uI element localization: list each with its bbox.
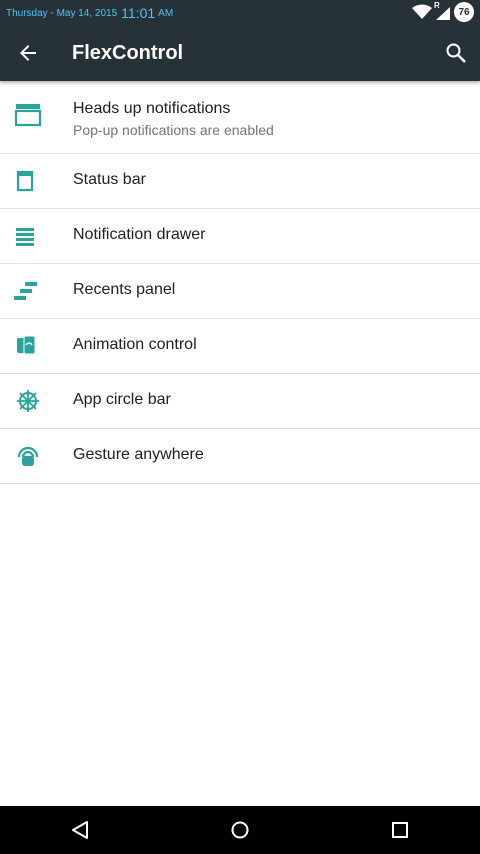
menu-item-sublabel: Pop-up notifications are enabled (73, 122, 274, 138)
menu-item-label: Notification drawer (73, 226, 206, 243)
menu-item-label: Status bar (73, 171, 146, 188)
battery-level: 76 (458, 6, 470, 18)
menu-item-gesture-anywhere[interactable]: Gesture anywhere (0, 429, 480, 484)
menu-item-status-bar[interactable]: Status bar (0, 154, 480, 209)
animation-control-icon (17, 335, 36, 355)
page-title: FlexControl (72, 42, 184, 64)
settings-list: Heads up notifications Pop-up notificati… (0, 81, 480, 484)
arrow-back-icon[interactable] (16, 41, 40, 65)
battery-icon: 76 (454, 2, 474, 22)
status-ampm: AM (158, 8, 174, 19)
notification-drawer-icon (16, 228, 34, 246)
back-nav-icon[interactable] (68, 818, 92, 842)
app-circle-bar-icon (17, 390, 39, 412)
navigation-bar (0, 806, 480, 854)
signal-icon: R (434, 1, 450, 20)
heads-up-icon (14, 104, 42, 127)
menu-item-label: Recents panel (73, 281, 176, 298)
menu-item-label: Gesture anywhere (73, 446, 204, 463)
menu-item-app-circle-bar[interactable]: App circle bar (0, 374, 480, 429)
status-icons: R 76 (412, 1, 474, 22)
menu-item-animation-control[interactable]: Animation control (0, 319, 480, 374)
recents-nav-icon[interactable] (388, 818, 412, 842)
status-bar: Thursday - May 14, 2015 11:01 AM R 76 (0, 0, 480, 25)
menu-item-recents-panel[interactable]: Recents panel (0, 264, 480, 319)
status-date: Thursday - May 14, 2015 (6, 8, 118, 19)
signal-roaming-label: R (434, 1, 440, 10)
gesture-anywhere-icon (17, 446, 39, 466)
status-time: 11:01 (121, 4, 156, 21)
app-bar: FlexControl (0, 25, 480, 81)
menu-item-label: App circle bar (73, 391, 171, 408)
search-icon[interactable] (444, 41, 468, 65)
recents-panel-icon (14, 282, 37, 300)
menu-item-label: Heads up notifications (73, 100, 231, 117)
menu-item-heads-up-notifications[interactable]: Heads up notifications Pop-up notificati… (0, 81, 480, 154)
home-nav-icon[interactable] (228, 818, 252, 842)
menu-item-label: Animation control (73, 336, 197, 353)
menu-item-notification-drawer[interactable]: Notification drawer (0, 209, 480, 264)
wifi-icon (412, 4, 432, 19)
status-bar-icon (16, 170, 34, 192)
